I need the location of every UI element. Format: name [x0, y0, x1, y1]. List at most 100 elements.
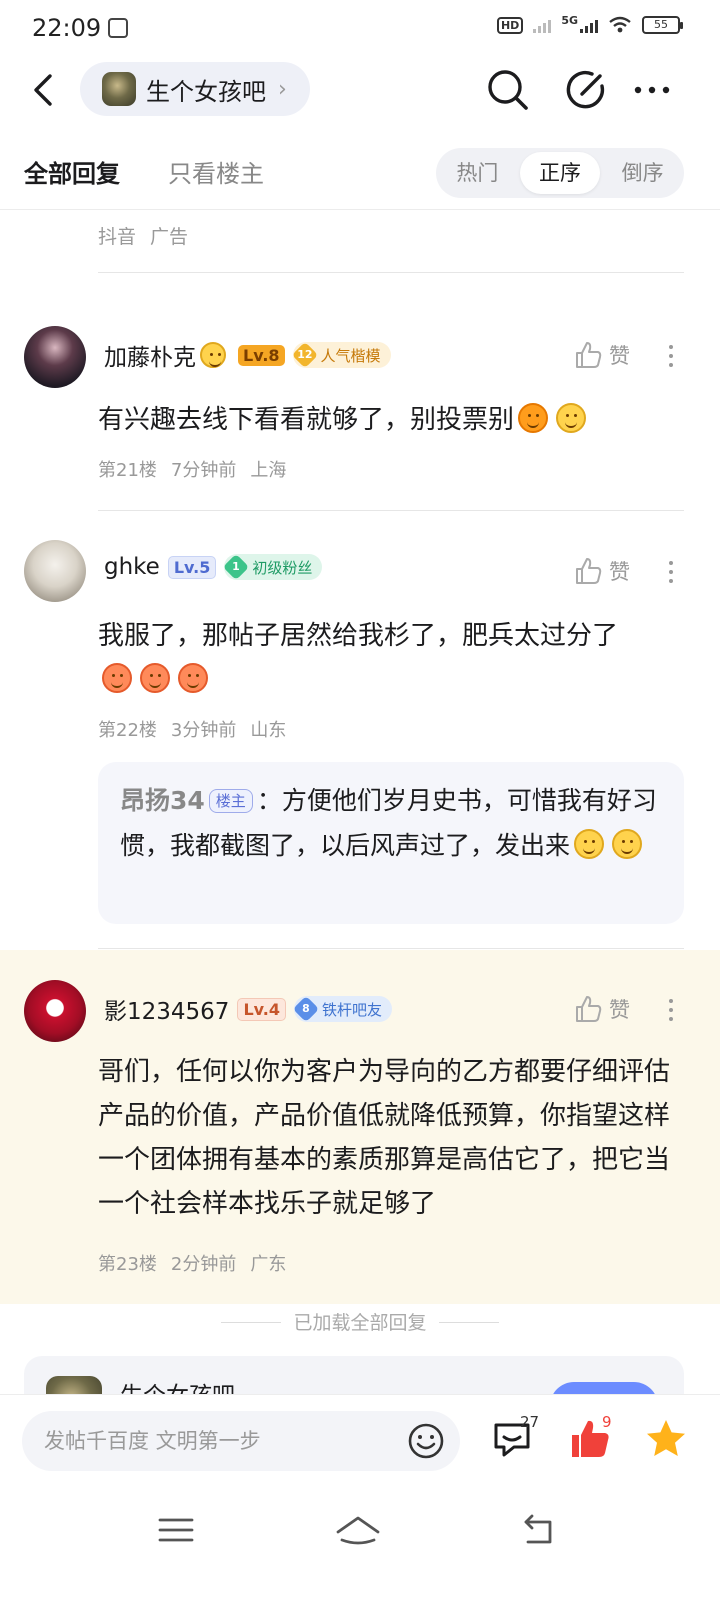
top-nav: 生个女孩吧 › — [0, 58, 720, 122]
location: 上海 — [250, 460, 287, 481]
sort-ascending[interactable]: 正序 — [519, 152, 600, 194]
divider — [98, 510, 684, 511]
like-button[interactable]: 赞 — [573, 340, 630, 370]
halo-emoji-icon — [200, 342, 226, 368]
ad-source: 抖音 — [98, 226, 137, 248]
level-badge: Lv.8 — [238, 344, 285, 366]
comment-text-content: 我服了，那帖子居然给我杉了，肥兵太过分了 — [98, 621, 619, 651]
like-button[interactable]: 赞 — [573, 556, 630, 586]
post-time: 3分钟前 — [170, 720, 237, 741]
user-info-row: 影1234567 Lv.4 8 铁杆吧友 — [104, 992, 392, 1026]
back-gesture-icon[interactable] — [518, 1510, 558, 1550]
op-tag: 楼主 — [208, 789, 253, 813]
like-count: 9 — [602, 1413, 612, 1431]
menu-icon[interactable] — [156, 1510, 196, 1550]
orange-emoji-icon — [518, 403, 549, 433]
loaded-all-text: 已加载全部回复 — [293, 1312, 427, 1334]
badge-title: 初级粉丝 — [252, 558, 313, 577]
badge-number: 12 — [296, 348, 313, 362]
like-label: 赞 — [609, 560, 630, 584]
username[interactable]: 影1234567 — [104, 992, 229, 1026]
comment-count: 27 — [520, 1413, 540, 1431]
badge-number: 1 — [232, 560, 241, 574]
comment-text-content: 有兴趣去线下看看就够了，别投票别 — [98, 405, 515, 435]
back-arrow-icon[interactable] — [28, 70, 64, 110]
thumbs-up-icon — [576, 996, 602, 1022]
forum-avatar — [102, 72, 136, 106]
sort-segmented-control: 热门 正序 倒序 — [436, 148, 684, 198]
angry-emoji-icon — [140, 663, 170, 693]
divider — [98, 948, 684, 949]
bottom-action-bar: 发帖千百度 文明第一步 27 9 — [0, 1394, 720, 1488]
reply-input[interactable]: 发帖千百度 文明第一步 — [22, 1411, 460, 1471]
battery-level: 55 — [654, 18, 668, 31]
badge-title: 人气楷模 — [320, 346, 381, 365]
avatar[interactable] — [24, 540, 86, 602]
emoji-picker-icon[interactable] — [406, 1421, 446, 1461]
comment-more-icon[interactable] — [666, 996, 676, 1026]
star-favorite-icon[interactable] — [642, 1415, 690, 1463]
badge-diamond-icon: 12 — [291, 341, 318, 369]
badge-number: 8 — [302, 1002, 310, 1016]
ad-label: 广告 — [150, 226, 189, 248]
search-icon[interactable] — [484, 66, 532, 114]
username[interactable]: 加藤朴克 — [104, 338, 196, 372]
comment-floor-22: ghke Lv.5 1 初级粉丝 赞 我服了，那帖子居然给我杉了，肥兵太过分了 第… — [0, 516, 720, 948]
forum-name: 生个女孩吧 — [146, 77, 266, 106]
status-time: 22:09 — [32, 14, 102, 42]
forum-header-pill[interactable]: 生个女孩吧 › — [80, 62, 310, 116]
chevron-right-icon: › — [278, 76, 287, 102]
comment-meta: 第21楼 7分钟前 上海 — [98, 456, 286, 482]
fan-badge: 8 铁杆吧友 — [292, 995, 392, 1023]
tongue-emoji-icon — [612, 829, 643, 859]
tab-all-replies[interactable]: 全部回复 — [24, 154, 120, 189]
location: 广东 — [250, 1254, 287, 1275]
like-button[interactable]: 赞 — [573, 994, 630, 1024]
share-icon[interactable] — [562, 66, 610, 114]
thumbs-up-icon — [576, 342, 602, 368]
sort-descending[interactable]: 倒序 — [603, 152, 683, 194]
loaded-all-indicator: 已加载全部回复 — [0, 1308, 720, 1335]
grin-emoji-icon — [556, 403, 587, 433]
system-navigation-bar — [0, 1488, 720, 1600]
quoted-username[interactable]: 昂扬34 — [120, 786, 205, 815]
comment-meta: 第22楼 3分钟前 山东 — [98, 716, 286, 742]
level-badge: Lv.4 — [237, 997, 286, 1021]
avatar[interactable] — [24, 326, 86, 388]
avatar[interactable] — [24, 980, 86, 1042]
like-label: 赞 — [609, 998, 630, 1022]
notification-icon — [108, 18, 128, 38]
comment-more-icon[interactable] — [666, 342, 676, 372]
more-options-icon[interactable] — [628, 66, 676, 114]
comment-more-icon[interactable] — [666, 558, 676, 588]
comment-floor-23: 影1234567 Lv.4 8 铁杆吧友 赞 哥们，任何以你为客户为导向的乙方都要… — [0, 950, 720, 1304]
signal-icon-1 — [533, 17, 552, 33]
comment-meta: 第23楼 2分钟前 广东 — [98, 1250, 286, 1276]
tab-op-only[interactable]: 只看楼主 — [168, 154, 264, 189]
quoted-reply[interactable]: 昂扬34 楼主 ：方便他们岁月史书，可惜我有好习惯，我都截图了，以后风声过了，发出来 — [98, 762, 684, 924]
home-icon[interactable] — [334, 1510, 382, 1550]
signal-icon-2 — [580, 17, 598, 33]
comment-text: 有兴趣去线下看看就够了，别投票别 — [98, 398, 680, 442]
comment-floor-21: 加藤朴克 Lv.8 12 人气楷模 赞 有兴趣去线下看看就够了，别投票别 第21楼… — [0, 300, 720, 510]
thumbs-up-icon — [576, 558, 602, 584]
network-label: 5G — [561, 13, 578, 27]
hd-icon: HD — [496, 16, 524, 34]
ad-line[interactable]: 抖音 广告 — [98, 222, 188, 249]
badge-diamond-icon: 1 — [223, 553, 250, 581]
comment-text: 我服了，那帖子居然给我杉了，肥兵太过分了 — [98, 614, 680, 702]
status-bar: 22:09 HD 5G 55 — [0, 0, 720, 58]
floor-number: 第21楼 — [98, 460, 157, 481]
badge-title: 铁杆吧友 — [321, 1000, 382, 1019]
battery-icon: 55 — [642, 16, 683, 34]
smile-emoji-icon — [574, 829, 605, 859]
wifi-icon — [609, 16, 631, 33]
username[interactable]: ghke — [104, 554, 160, 580]
floor-number: 第23楼 — [98, 1254, 157, 1275]
like-label: 赞 — [609, 344, 630, 368]
level-badge: Lv.5 — [167, 555, 217, 579]
sort-hot[interactable]: 热门 — [437, 152, 517, 194]
divider — [98, 272, 684, 273]
status-icons: HD 5G 55 — [496, 13, 683, 34]
reply-input-placeholder: 发帖千百度 文明第一步 — [44, 1429, 261, 1453]
